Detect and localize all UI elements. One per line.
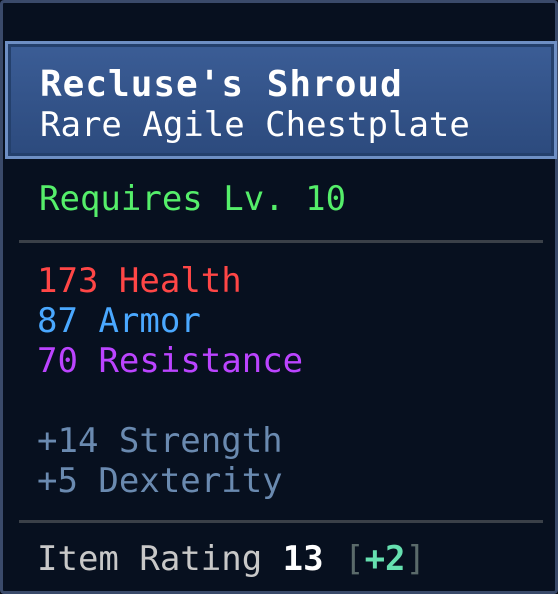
armor-value: 87 xyxy=(37,301,78,341)
item-type: Rare Agile Chestplate xyxy=(40,105,470,145)
divider-bottom xyxy=(19,520,543,523)
rating-bracket-open: [ xyxy=(344,539,365,579)
level-requirement: Requires Lv. 10 xyxy=(39,179,347,219)
armor-label: Armor xyxy=(98,301,201,341)
item-header: Recluse's Shroud Rare Agile Chestplate xyxy=(5,41,557,159)
resistance-label: Resistance xyxy=(98,341,304,381)
divider-top xyxy=(19,240,543,243)
health-label: Health xyxy=(118,261,242,301)
rating-bracket-close: ] xyxy=(405,539,427,579)
rating-bonus: +2 xyxy=(364,539,406,579)
item-rating: Item Rating 13 [+2] xyxy=(37,539,426,579)
resistance-stat: 70 Resistance xyxy=(37,341,303,381)
armor-stat: 87 Armor xyxy=(37,301,201,341)
health-stat: 173 Health xyxy=(37,261,242,301)
dexterity-attribute: +5 Dexterity xyxy=(37,461,283,501)
strength-attribute: +14 Strength xyxy=(37,421,283,461)
rating-label: Item Rating xyxy=(37,539,263,579)
item-tooltip: Recluse's Shroud Rare Agile Chestplate R… xyxy=(0,0,558,594)
rating-value: 13 xyxy=(282,539,324,579)
resistance-value: 70 xyxy=(37,341,78,381)
health-value: 173 xyxy=(37,261,99,301)
item-name: Recluse's Shroud xyxy=(40,64,403,105)
